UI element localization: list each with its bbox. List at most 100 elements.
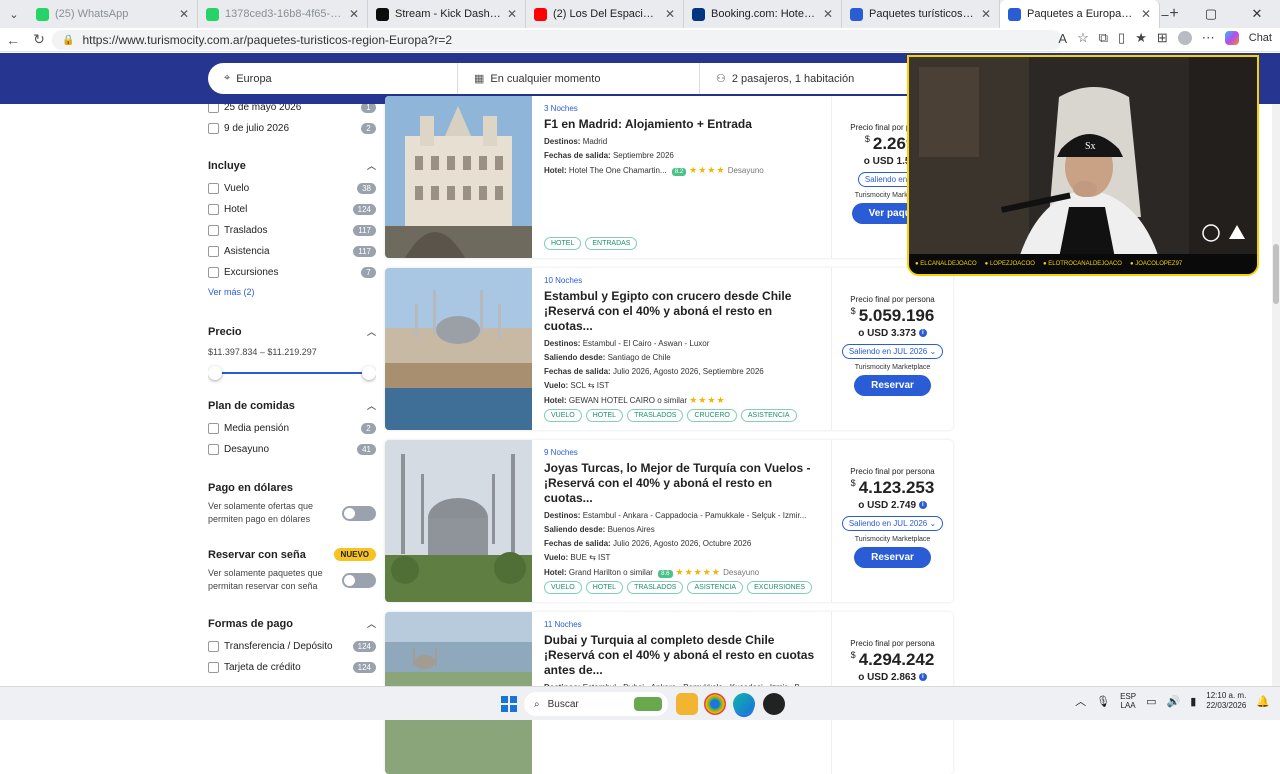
collapse-caret-icon[interactable]: ︿ [367,399,376,412]
checkbox[interactable] [208,104,219,113]
price-range-slider[interactable] [208,363,376,383]
collapse-caret-icon[interactable]: ︿ [367,617,376,630]
reload-icon[interactable]: ↻ [26,31,52,48]
checkbox[interactable] [208,267,219,278]
filter-checkbox-row[interactable]: Asistencia 117 [208,241,376,262]
back-icon[interactable]: ← [0,32,26,48]
tab-close-icon[interactable]: ✕ [981,7,991,21]
package-card[interactable]: 9 Noches Joyas Turcas, lo Mejor de Turqu… [385,440,953,602]
browser-tab[interactable]: Paquetes turísticos | Paquetes de ✕ [842,0,1000,28]
page-scrollbar[interactable] [1272,104,1280,686]
package-card[interactable]: 3 Noches F1 en Madrid: Alojamiento + Ent… [385,96,953,258]
read-aloud-icon[interactable]: A [1058,31,1067,46]
checkbox[interactable] [208,123,219,134]
package-title[interactable]: Dubai y Turquia al completo desde Chile … [544,633,820,678]
profile-avatar[interactable] [1177,31,1192,45]
filter-checkbox-row[interactable]: 9 de julio 2026 2 [208,118,376,139]
collapse-caret-icon[interactable]: ︿ [367,159,376,172]
split-screen-icon[interactable]: ▯ [1118,30,1125,46]
reservar-button[interactable]: Reservar [854,547,931,568]
obs-icon[interactable] [763,693,785,715]
tab-close-icon[interactable]: ✕ [179,7,189,21]
package-title[interactable]: Joyas Turcas, lo Mejor de Turquía con Vu… [544,461,820,506]
close-window-icon[interactable]: ✕ [1234,0,1280,28]
browser-tab[interactable]: 1378ced3-16b8-4f65-8bc3-fd697 ✕ [198,0,368,28]
scrollbar-thumb[interactable] [1273,244,1279,304]
network-icon[interactable]: ▭ [1146,695,1156,708]
minimize-icon[interactable]: – [1142,0,1188,28]
checkbox[interactable] [208,246,219,257]
reservar-button[interactable]: Reservar [854,375,931,396]
incluye-section-header[interactable]: Incluye ︿ [208,159,376,172]
filter-checkbox-row[interactable]: Transferencia / Depósito 124 [208,636,376,657]
microphone-icon[interactable]: 🎙 [1096,695,1110,708]
favorites-icon[interactable]: ★ [1135,30,1147,46]
chrome-icon[interactable] [704,693,726,715]
tab-close-icon[interactable]: ✕ [507,7,517,21]
package-image[interactable] [385,440,532,602]
volume-icon[interactable]: 🔊 [1166,695,1180,708]
battery-icon[interactable]: ▮ [1190,695,1196,708]
copilot-icon[interactable] [1224,31,1239,45]
language-indicator[interactable]: ESP LAA [1120,692,1136,711]
package-title[interactable]: F1 en Madrid: Alojamiento + Entrada [544,117,820,132]
tab-close-icon[interactable]: ✕ [349,7,359,21]
departure-month-dropdown[interactable]: Saliendo en JUL 2026 ⌄ [841,344,944,359]
filter-checkbox-row[interactable]: Media pensión 2 [208,418,376,439]
comidas-section-header[interactable]: Plan de comidas ︿ [208,399,376,412]
destination-field[interactable]: ⌖ Europa [208,63,458,94]
filter-checkbox-row[interactable]: Excursiones 7 [208,262,376,283]
checkbox[interactable] [208,423,219,435]
filter-checkbox-row[interactable]: Tarjeta de crédito 124 [208,657,376,678]
tab-actions-icon[interactable]: ⌄ [0,0,28,28]
collapse-caret-icon[interactable]: ︿ [367,325,376,338]
ver-mas-link[interactable]: Ver más (2) [208,287,376,297]
package-title[interactable]: Estambul y Egipto con crucero desde Chil… [544,289,820,334]
file-explorer-icon[interactable] [676,693,698,715]
filter-checkbox-row[interactable]: Traslados 117 [208,220,376,241]
slider-max-handle[interactable] [362,366,376,381]
more-menu-icon[interactable]: ⋯ [1202,30,1215,46]
extensions-icon[interactable]: ⧉ [1099,30,1108,46]
nights-label: 10 Noches [544,276,583,285]
filter-checkbox-row[interactable]: 25 de mayo 2026 1 [208,104,376,118]
url-field[interactable]: 🔒 https://www.turismocity.com.ar/paquete… [52,30,1062,50]
filter-checkbox-row[interactable]: Desayuno 41 [208,439,376,460]
tab-close-icon[interactable]: ✕ [823,7,833,21]
checkbox[interactable] [208,662,219,674]
filter-checkbox-row[interactable]: Hotel 124 [208,199,376,220]
checkbox[interactable] [208,225,219,236]
slider-min-handle[interactable] [208,366,222,381]
date-field[interactable]: ▦ En cualquier momento [458,63,700,94]
tray-overflow-icon[interactable]: ︿ [1075,693,1086,709]
notifications-icon[interactable]: 🔔 [1256,695,1270,708]
filter-checkbox-row[interactable]: Vuelo 38 [208,178,376,199]
checkbox[interactable] [208,204,219,215]
dolares-toggle[interactable] [342,505,376,521]
precio-section-header[interactable]: Precio ︿ [208,325,376,338]
formas-section-header[interactable]: Formas de pago ︿ [208,617,376,630]
browser-tab[interactable]: (25) WhatsApp ✕ [28,0,198,28]
collections-icon[interactable]: ⊞ [1157,30,1168,46]
windows-start-icon[interactable] [498,693,520,715]
package-image[interactable] [385,268,532,430]
checkbox[interactable] [208,183,219,194]
clock[interactable]: 12:10 a. m. 22/03/2026 [1206,691,1246,712]
browser-tab[interactable]: (2) Los Del Espacio - LIT killah ✕ [526,0,684,28]
departure-month-dropdown[interactable]: Saliendo en JUL 2026 ⌄ [841,516,944,531]
checkbox[interactable] [208,444,219,456]
browser-tab[interactable]: Stream - Kick Dashboard ✕ [368,0,526,28]
favorite-star-icon[interactable]: ☆ [1077,30,1089,46]
package-image[interactable] [385,96,532,258]
taskbar-search[interactable]: ⌕ Buscar [524,692,668,716]
tab-close-icon[interactable]: ✕ [665,7,675,21]
checkbox[interactable] [208,641,219,653]
edge-icon[interactable] [733,693,755,715]
browser-tab[interactable]: Booking.com: Hoteles en São Paul ✕ [684,0,842,28]
browser-tab[interactable]: Paquetes a Europa | Viajes a Europ ✕ [1000,0,1160,28]
package-card[interactable]: 10 Noches Estambul y Egipto con crucero … [385,268,953,430]
chat-label[interactable]: Chat [1249,32,1272,44]
sena-toggle[interactable] [342,572,376,588]
maximize-icon[interactable]: ▢ [1188,0,1234,28]
guests-field[interactable]: ⚇ 2 pasajeros, 1 habitación [700,63,854,94]
